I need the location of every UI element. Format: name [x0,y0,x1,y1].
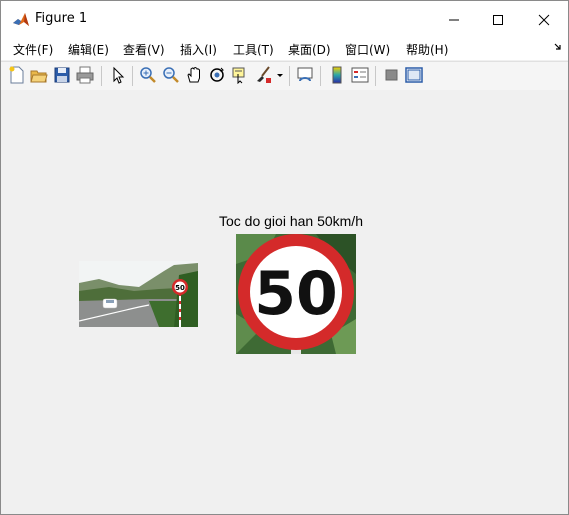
menu-bar: 文件(F) 编辑(E) 查看(V) 插入(I) 工具(T) 桌面(D) 窗口(W… [1,38,568,60]
brush-dropdown-arrow-icon[interactable] [275,66,285,84]
menu-edit[interactable]: 编辑(E) [68,41,109,58]
toolbar-separator [101,66,102,86]
menu-help[interactable]: 帮助(H) [406,41,448,58]
figure-canvas[interactable]: Toc do gioi han 50km/h 50 50 [1,90,568,514]
menu-overflow-arrow-icon[interactable] [554,43,562,51]
matlab-logo-icon [12,11,30,29]
maximize-icon [493,14,503,25]
new-figure-icon[interactable] [8,66,26,84]
road-scene-image: 50 [79,261,198,327]
menu-tools[interactable]: 工具(T) [233,41,274,58]
rotate-3d-icon[interactable] [208,66,226,84]
menu-desktop[interactable]: 桌面(D) [288,41,331,58]
brush-icon[interactable] [254,66,272,84]
link-plot-icon[interactable] [296,66,314,84]
window-title: Figure 1 [35,11,88,26]
menu-insert[interactable]: 插入(I) [180,41,217,58]
axes-title: Toc do gioi han 50km/h [219,213,363,229]
sign-text: 50 [254,259,338,329]
speed-sign-image: 50 [236,234,356,354]
zoom-out-icon[interactable] [162,66,180,84]
pan-icon[interactable] [185,66,203,84]
close-icon [538,14,550,25]
toolbar-separator [132,66,133,86]
menu-file[interactable]: 文件(F) [13,41,53,58]
small-sign-text: 50 [175,284,185,292]
print-icon[interactable] [76,66,94,84]
figure-toolbar [1,61,568,91]
colorbar-icon[interactable] [328,66,346,84]
toolbar-separator [289,66,290,86]
title-bar[interactable]: Figure 1 [1,1,568,38]
menu-window[interactable]: 窗口(W) [345,41,390,58]
minimize-button[interactable] [431,1,477,38]
hide-plot-tools-icon[interactable] [383,66,401,84]
minimize-icon [449,19,459,20]
open-file-icon[interactable] [30,66,48,84]
legend-icon[interactable] [351,66,369,84]
close-button[interactable] [521,1,567,38]
zoom-in-icon[interactable] [139,66,157,84]
toolbar-separator [320,66,321,86]
figure-window: Figure 1 文件(F) 编辑(E) 查看(V) 插入(I) 工具(T) 桌… [0,0,569,515]
edit-plot-icon[interactable] [109,66,127,84]
menu-view[interactable]: 查看(V) [123,41,165,58]
data-cursor-icon[interactable] [231,66,249,84]
show-plot-tools-icon[interactable] [405,66,423,84]
toolbar-separator [375,66,376,86]
save-icon[interactable] [53,66,71,84]
maximize-button[interactable] [475,1,521,38]
